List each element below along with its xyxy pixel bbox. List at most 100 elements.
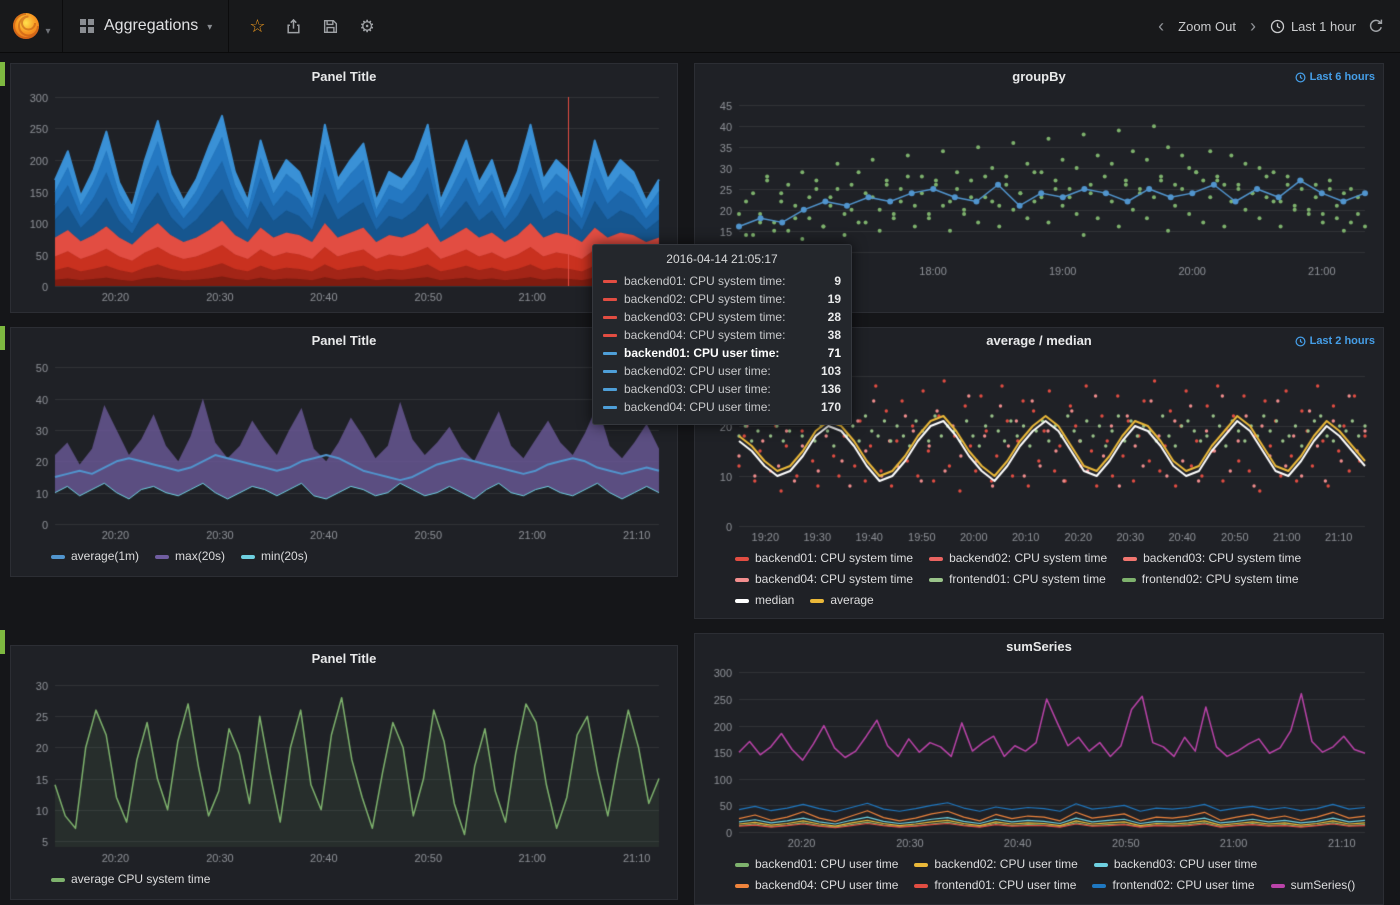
legend-item[interactable]: backend04: CPU system time xyxy=(735,570,913,589)
legend-swatch-icon xyxy=(929,557,943,561)
tooltip-series-value: 136 xyxy=(821,380,841,398)
clock-icon xyxy=(1270,19,1285,34)
gear-icon[interactable]: ⚙ xyxy=(359,18,374,35)
dashboard-title: Aggregations xyxy=(104,17,198,35)
tooltip-row: backend04: CPU user time: 170 xyxy=(603,398,841,416)
grafana-logo[interactable]: ▾ xyxy=(0,0,63,52)
refresh-icon[interactable] xyxy=(1368,18,1384,34)
tooltip-series-label: backend02: CPU system time: xyxy=(624,290,821,308)
legend-label: backend04: CPU system time xyxy=(755,570,913,589)
tooltip-row: backend01: CPU user time: 71 xyxy=(603,344,841,362)
legend-label: average(1m) xyxy=(71,547,139,566)
zoom-out-button[interactable]: Zoom Out xyxy=(1178,19,1236,34)
legend-swatch-icon xyxy=(1271,884,1285,888)
legend-item[interactable]: max(20s) xyxy=(155,547,225,566)
legend-item[interactable]: frontend01: CPU system time xyxy=(929,570,1106,589)
legend-swatch-icon xyxy=(735,884,749,888)
legend-item[interactable]: backend03: CPU system time xyxy=(1123,549,1301,568)
legend-label: backend01: CPU system time xyxy=(755,549,913,568)
tooltip-series-label: backend04: CPU system time: xyxy=(624,326,821,344)
panel-title[interactable]: groupBy Last 6 hours xyxy=(695,64,1383,90)
save-icon[interactable] xyxy=(322,18,339,35)
legend-swatch-icon xyxy=(241,555,255,559)
panel-title[interactable]: Panel Title xyxy=(11,646,677,672)
dashboard-picker[interactable]: Aggregations ▾ xyxy=(63,0,229,52)
tooltip-series-label: backend01: CPU system time: xyxy=(624,272,827,290)
chevron-right-icon[interactable]: › xyxy=(1248,17,1258,35)
legend-label: backend03: CPU user time xyxy=(1114,855,1257,874)
tooltip-series-value: 103 xyxy=(821,362,841,380)
legend-label: average xyxy=(830,591,873,610)
tooltip-row: backend03: CPU system time:28 xyxy=(603,308,841,326)
legend-swatch-icon xyxy=(51,878,65,882)
chart-legend: average(1m) max(20s) min(20s) xyxy=(11,544,677,572)
stacked-area-chart[interactable] xyxy=(19,90,669,306)
graph-tooltip: 2016-04-14 21:05:17 backend01: CPU syste… xyxy=(592,244,852,425)
row-collapse-handle[interactable] xyxy=(0,326,5,350)
legend-item[interactable]: min(20s) xyxy=(241,547,308,566)
chart-legend: backend01: CPU user time backend02: CPU u… xyxy=(695,852,1383,901)
star-icon[interactable]: ☆ xyxy=(249,17,265,35)
tooltip-row: backend04: CPU system time:38 xyxy=(603,326,841,344)
legend-swatch-icon xyxy=(929,578,943,582)
legend-item[interactable]: frontend02: CPU user time xyxy=(1092,876,1254,895)
tooltip-series-label: backend01: CPU user time: xyxy=(624,344,821,362)
series-color-dash-icon xyxy=(603,406,617,409)
panel-avg-max-min: Panel Title average(1m) max(20s) min(20s) xyxy=(10,327,678,577)
legend-label: min(20s) xyxy=(261,547,308,566)
tooltip-series-value: 19 xyxy=(828,290,841,308)
legend-swatch-icon xyxy=(1123,557,1137,561)
panel-title[interactable]: Panel Title xyxy=(11,328,677,354)
legend-item[interactable]: sumSeries() xyxy=(1271,876,1356,895)
legend-item[interactable]: backend01: CPU user time xyxy=(735,855,898,874)
legend-item[interactable]: backend02: CPU user time xyxy=(914,855,1077,874)
legend-item[interactable]: backend03: CPU user time xyxy=(1094,855,1257,874)
grafana-flame-icon xyxy=(11,11,41,41)
panel-title[interactable]: Panel Title xyxy=(11,64,677,90)
legend-item[interactable]: frontend02: CPU system time xyxy=(1122,570,1299,589)
share-icon[interactable] xyxy=(285,18,302,35)
legend-label: backend02: CPU system time xyxy=(949,549,1107,568)
legend-label: frontend02: CPU user time xyxy=(1112,876,1254,895)
dashboard-grid: Panel Title Panel Title average(1m) max(2… xyxy=(0,53,1400,905)
series-color-dash-icon xyxy=(603,352,617,355)
clock-icon xyxy=(1295,336,1306,347)
time-override-badge: Last 6 hours xyxy=(1295,64,1375,90)
legend-item[interactable]: frontend01: CPU user time xyxy=(914,876,1076,895)
series-color-dash-icon xyxy=(603,316,617,319)
tooltip-row: backend02: CPU user time:103 xyxy=(603,362,841,380)
legend-item[interactable]: backend02: CPU system time xyxy=(929,549,1107,568)
tooltip-timestamp: 2016-04-14 21:05:17 xyxy=(603,252,841,272)
navbar: ▾ Aggregations ▾ ☆ ⚙ ‹ Zoom Out › xyxy=(0,0,1400,53)
legend-item[interactable]: backend01: CPU system time xyxy=(735,549,913,568)
chevron-left-icon[interactable]: ‹ xyxy=(1156,17,1166,35)
row-collapse-handle[interactable] xyxy=(0,62,5,86)
tooltip-row: backend02: CPU system time: 19 xyxy=(603,290,841,308)
dashboards-grid-icon xyxy=(79,18,95,34)
logo-caret-icon: ▾ xyxy=(45,26,50,37)
legend-swatch-icon xyxy=(914,863,928,867)
avg-max-min-chart[interactable] xyxy=(19,354,669,544)
legend-item[interactable]: median xyxy=(735,591,794,610)
row-collapse-handle[interactable] xyxy=(0,630,5,654)
legend-swatch-icon xyxy=(51,555,65,559)
tooltip-series-value: 170 xyxy=(821,398,841,416)
legend-swatch-icon xyxy=(735,863,749,867)
time-range-picker[interactable]: Last 1 hour xyxy=(1270,19,1356,34)
legend-label: median xyxy=(755,591,794,610)
panel-average-cpu: Panel Title average CPU system time xyxy=(10,645,678,900)
panel-title[interactable]: sumSeries xyxy=(695,634,1383,660)
tooltip-series-value: 71 xyxy=(828,344,841,362)
legend-label: frontend01: CPU user time xyxy=(934,876,1076,895)
sumseries-chart[interactable] xyxy=(703,660,1375,852)
chart-legend: average CPU system time xyxy=(11,867,677,895)
average-cpu-chart[interactable] xyxy=(19,672,669,867)
legend-label: backend03: CPU system time xyxy=(1143,549,1301,568)
tooltip-series-label: backend04: CPU user time: xyxy=(624,398,814,416)
legend-swatch-icon xyxy=(810,599,824,603)
legend-item[interactable]: average(1m) xyxy=(51,547,139,566)
legend-item[interactable]: backend04: CPU user time xyxy=(735,876,898,895)
legend-item[interactable]: average xyxy=(810,591,873,610)
panel-sumseries: sumSeries backend01: CPU user timebacken… xyxy=(694,633,1384,905)
legend-item[interactable]: average CPU system time xyxy=(51,870,210,889)
